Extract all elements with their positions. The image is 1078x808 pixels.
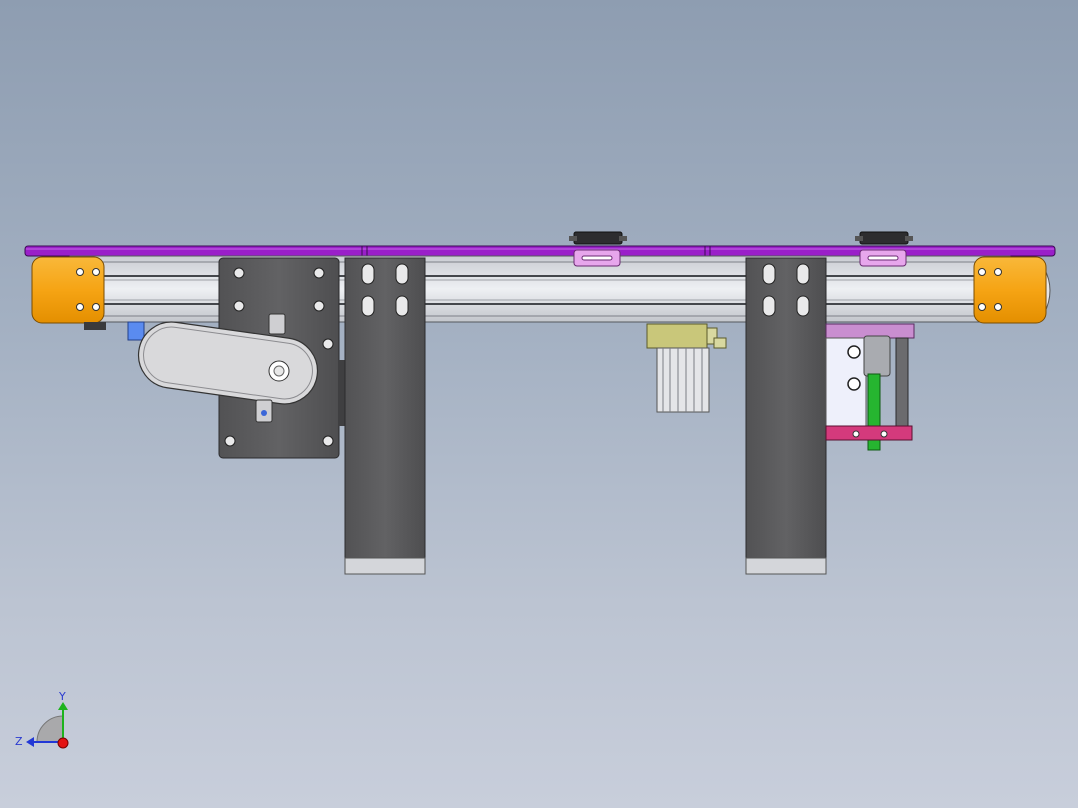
triad-arc [36,715,64,743]
z-axis-label: Z [15,735,23,748]
orientation-triad[interactable]: Y Z [0,0,1078,808]
x-axis-dot [57,737,69,749]
y-axis-arrow [58,702,68,710]
z-axis-arrow [26,737,34,747]
y-axis-label: Y [58,690,66,703]
cad-viewport[interactable]: Y Z [0,0,1078,808]
